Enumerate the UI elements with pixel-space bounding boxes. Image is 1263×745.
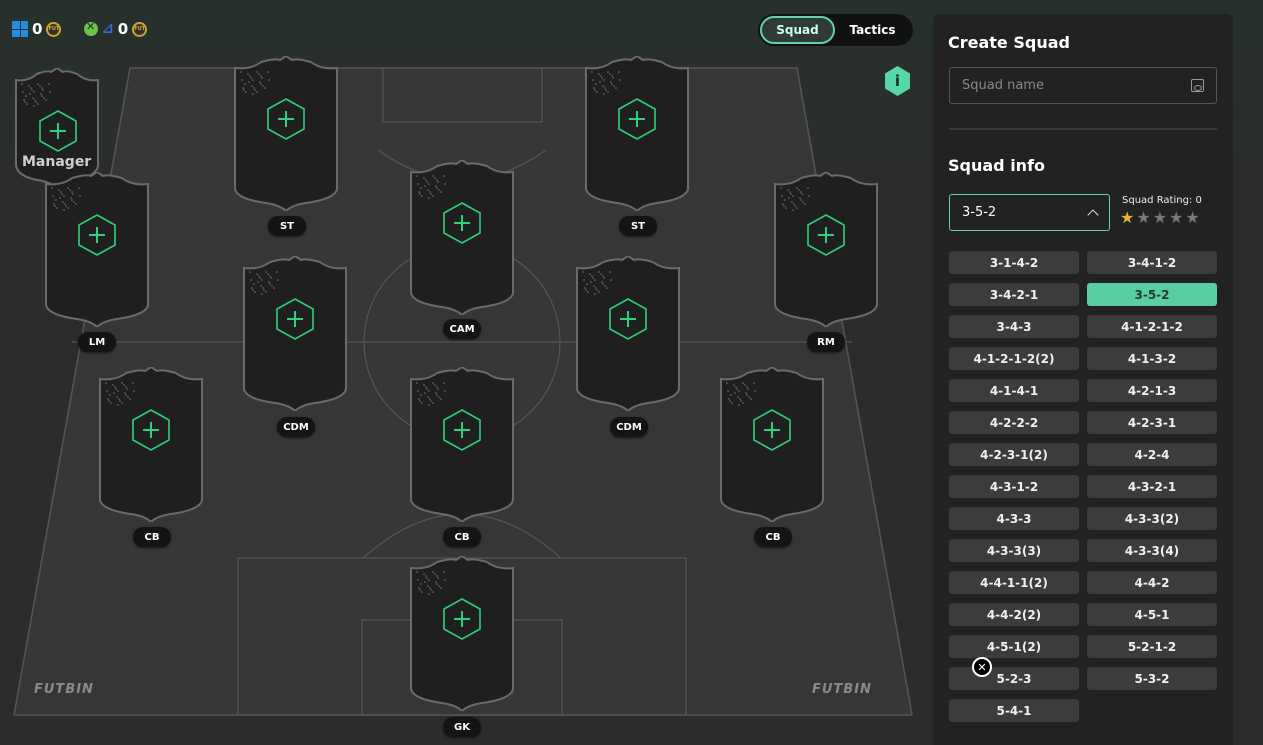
position-label-cdm-right: CDM: [610, 417, 648, 437]
add-player-icon: [267, 98, 305, 140]
position-label-rm: RM: [807, 332, 845, 352]
manager-card[interactable]: Manager: [12, 68, 102, 188]
add-player-icon: [807, 214, 845, 256]
player-card-cb-right[interactable]: [717, 367, 827, 522]
add-player-icon: [443, 409, 481, 451]
formation-button[interactable]: 4-3-1-2: [949, 475, 1079, 498]
formation-list: 3-1-4-2 3-4-1-2 3-4-2-1 3-5-2 3-4-3 4-1-2-1-2…: [949, 251, 1217, 722]
star-icon: ★: [1152, 208, 1168, 227]
formation-select[interactable]: 3-5-2: [949, 194, 1110, 231]
player-card-cdm-right[interactable]: [573, 256, 683, 411]
player-card-cb-center[interactable]: [407, 367, 517, 522]
formation-button[interactable]: 5-2-1-2: [1087, 635, 1217, 658]
player-card-gk[interactable]: [407, 556, 517, 711]
tab-squad[interactable]: Squad: [760, 16, 835, 44]
player-card-cb-left[interactable]: [96, 367, 206, 522]
add-player-icon: [443, 202, 481, 244]
formation-button[interactable]: 4-3-3(4): [1087, 539, 1217, 562]
rating-stars: ★ ★ ★ ★ ★: [1120, 210, 1200, 226]
formation-button[interactable]: 5-2-3: [949, 667, 1079, 690]
formation-button[interactable]: 4-2-3-1(2): [949, 443, 1079, 466]
add-player-icon: [78, 214, 116, 256]
formation-button[interactable]: 3-4-3: [949, 315, 1079, 338]
add-player-icon: [276, 298, 314, 340]
formation-button[interactable]: 3-4-1-2: [1087, 251, 1217, 274]
formation-button[interactable]: 4-2-2-2: [949, 411, 1079, 434]
formation-button[interactable]: 5-4-1: [949, 699, 1079, 722]
squad-name-input[interactable]: Squad name: [949, 67, 1217, 104]
futbin-logo: FUTBIN: [34, 682, 94, 697]
manager-label: Manager: [22, 154, 92, 170]
formation-button[interactable]: 4-2-4: [1087, 443, 1217, 466]
add-player-icon: [39, 110, 77, 152]
side-panel: Create Squad Squad name Squad info 3-5-2…: [933, 14, 1233, 745]
formation-button[interactable]: 4-3-3: [949, 507, 1079, 530]
formation-button[interactable]: 3-5-2: [1087, 283, 1217, 306]
star-icon: ★: [1185, 208, 1200, 227]
chevron-up-icon: [1087, 208, 1099, 221]
close-icon[interactable]: ✕: [972, 657, 992, 677]
formation-button[interactable]: 4-1-4-1: [949, 379, 1079, 402]
star-icon: ★: [1169, 208, 1184, 227]
add-player-icon: [609, 298, 647, 340]
formation-button[interactable]: 3-4-2-1: [949, 283, 1079, 306]
add-player-icon: [753, 409, 791, 451]
formation-button[interactable]: 4-5-1(2): [949, 635, 1079, 658]
formation-button[interactable]: 4-3-3(3): [949, 539, 1079, 562]
tab-tactics[interactable]: Tactics: [835, 16, 910, 44]
formation-button[interactable]: 4-4-2(2): [949, 603, 1079, 626]
add-player-icon: [618, 98, 656, 140]
view-toggle: Squad Tactics: [758, 14, 913, 46]
player-card-cdm-left[interactable]: [240, 256, 350, 411]
player-card-cam[interactable]: [407, 160, 517, 315]
formation-button[interactable]: 4-1-3-2: [1087, 347, 1217, 370]
futbin-logo: FUTBIN: [812, 682, 872, 697]
formation-button[interactable]: 4-3-2-1: [1087, 475, 1217, 498]
coin-icon: FUT: [46, 21, 62, 37]
formation-button[interactable]: 4-1-2-1-2: [1087, 315, 1217, 338]
formation-button[interactable]: 4-1-2-1-2(2): [949, 347, 1079, 370]
player-card-lm[interactable]: [42, 172, 152, 327]
player-card-st-left[interactable]: [231, 56, 341, 211]
position-label-cb-left: CB: [133, 527, 171, 547]
formation-button[interactable]: 4-3-3(2): [1087, 507, 1217, 530]
formation-button[interactable]: 4-5-1: [1087, 603, 1217, 626]
windows-icon: [12, 21, 28, 37]
formation-button[interactable]: 4-4-1-1(2): [949, 571, 1079, 594]
xbox-icon: [84, 20, 98, 36]
position-label-lm: LM: [78, 332, 116, 352]
divider: [949, 128, 1217, 130]
position-label-cam: CAM: [443, 319, 481, 339]
create-squad-title: Create Squad: [948, 33, 1070, 52]
position-label-st-right: ST: [619, 216, 657, 236]
save-icon[interactable]: [1191, 79, 1204, 92]
pc-coins: 0 FUT: [12, 20, 62, 38]
formation-button[interactable]: 5-3-2: [1087, 667, 1217, 690]
add-player-icon: [443, 598, 481, 640]
player-card-rm[interactable]: [771, 172, 881, 327]
star-icon: ★: [1120, 208, 1135, 227]
star-icon: ★: [1136, 208, 1151, 227]
player-card-st-right[interactable]: [582, 56, 692, 211]
formation-button[interactable]: 3-1-4-2: [949, 251, 1079, 274]
playstation-icon: ⊿: [102, 21, 114, 37]
console-coins: ⊿ 0 FUT: [84, 20, 148, 38]
coin-icon: FUT: [132, 21, 148, 37]
squad-rating: Squad Rating: 0: [1122, 195, 1202, 206]
position-label-cb-center: CB: [443, 527, 481, 547]
squad-info-title: Squad info: [948, 156, 1046, 175]
formation-button[interactable]: 4-2-3-1: [1087, 411, 1217, 434]
position-label-cdm-left: CDM: [277, 417, 315, 437]
formation-button[interactable]: 4-4-2: [1087, 571, 1217, 594]
formation-button[interactable]: 4-2-1-3: [1087, 379, 1217, 402]
position-label-st-left: ST: [268, 216, 306, 236]
position-label-cb-right: CB: [754, 527, 792, 547]
add-player-icon: [132, 409, 170, 451]
position-label-gk: GK: [443, 717, 481, 737]
